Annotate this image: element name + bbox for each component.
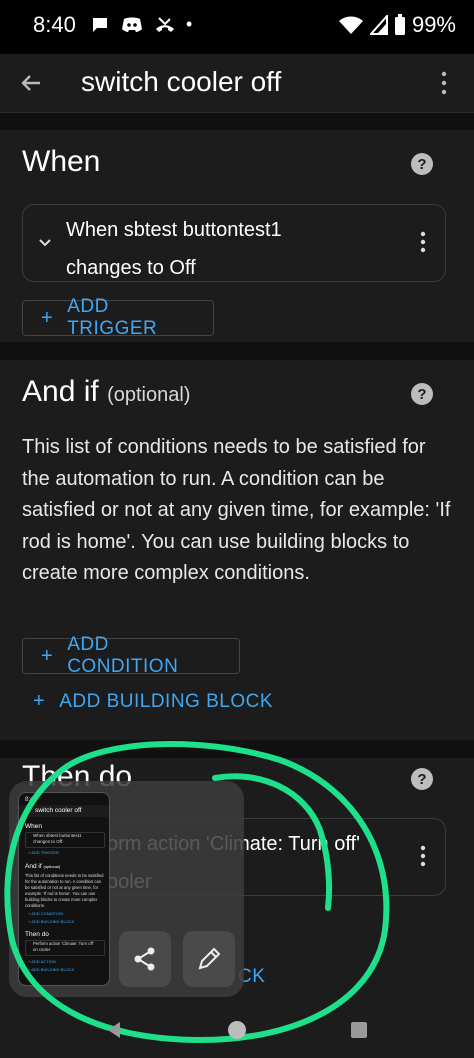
annotation-circle bbox=[4, 740, 390, 1044]
system-nav-bar bbox=[0, 1004, 474, 1054]
nav-back-icon[interactable] bbox=[104, 1020, 124, 1040]
nav-recents-icon[interactable] bbox=[350, 1021, 368, 1039]
nav-home-icon[interactable] bbox=[227, 1020, 247, 1040]
